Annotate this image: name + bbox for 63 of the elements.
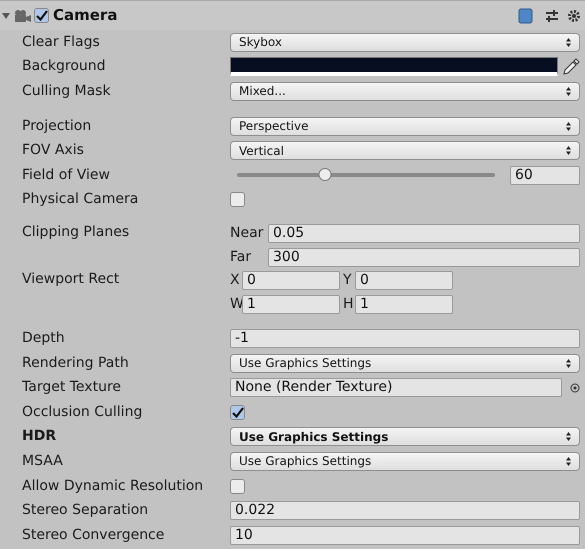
foldout-arrow-icon[interactable]: [2, 12, 10, 20]
dropdown[interactable]: Use Graphics Settings: [230, 427, 580, 446]
field-label: Physical Camera: [22, 190, 140, 210]
field-label: Near: [230, 224, 264, 244]
field-label: Field of View: [22, 166, 111, 185]
field-label: Stereo Separation: [22, 501, 150, 520]
field-label: MSAA: [22, 452, 64, 471]
field-label: Background: [22, 57, 107, 76]
component-title: Camera: [53, 5, 118, 26]
dropdown-arrows-icon: [566, 456, 571, 466]
eyedropper-icon[interactable]: [562, 58, 580, 76]
field-label: Clipping Planes: [22, 223, 130, 242]
checkmark-icon: [36, 10, 48, 21]
field-label: Depth: [22, 328, 66, 348]
field-label: Culling Mask: [22, 82, 112, 101]
settings-icon[interactable]: [567, 8, 581, 22]
field-label: Projection: [22, 116, 92, 136]
checkmark-icon: [232, 406, 244, 418]
dropdown-arrows-icon: [566, 38, 571, 47]
number-field[interactable]: 1: [242, 294, 340, 314]
target-icon[interactable]: [570, 382, 580, 393]
dropdown[interactable]: Perspective: [230, 116, 580, 136]
field-label: H: [343, 294, 355, 314]
color-swatch[interactable]: [230, 57, 558, 76]
field-label: HDR: [22, 427, 58, 446]
field-label: X: [230, 271, 241, 290]
dropdown[interactable]: Use Graphics Settings: [230, 452, 580, 471]
dropdown-arrows-icon: [566, 146, 571, 156]
object-field[interactable]: None (Render Texture): [230, 378, 562, 398]
dropdown-arrows-icon: [566, 122, 571, 131]
field-label: Viewport Rect: [22, 270, 120, 290]
number-field[interactable]: 0.022: [230, 501, 580, 520]
dropdown-arrows-icon: [566, 432, 571, 442]
number-field[interactable]: 1: [355, 294, 453, 314]
checkbox[interactable]: [230, 478, 245, 494]
slider-thumb[interactable]: [318, 168, 332, 182]
number-field[interactable]: 60: [510, 166, 580, 185]
dropdown-arrows-icon: [566, 358, 571, 368]
number-field[interactable]: 0.05: [268, 224, 580, 244]
camera-icon: [13, 8, 31, 22]
field-label: Target Texture: [22, 378, 122, 398]
number-field[interactable]: 0: [242, 271, 340, 290]
field-label: Stereo Convergence: [22, 526, 166, 545]
number-field[interactable]: 0: [355, 271, 453, 290]
dropdown[interactable]: Use Graphics Settings: [230, 354, 580, 373]
checkbox[interactable]: [34, 8, 49, 23]
field-label: Clear Flags: [22, 32, 101, 52]
number-field[interactable]: -1: [230, 328, 580, 348]
number-field[interactable]: 10: [230, 526, 580, 545]
checkbox[interactable]: [230, 192, 245, 208]
field-label: Occlusion Culling: [22, 402, 144, 422]
dropdown[interactable]: Mixed...: [230, 82, 580, 101]
field-label: Y: [343, 271, 353, 290]
dropdown[interactable]: Skybox: [230, 32, 580, 52]
field-label: Far: [230, 248, 252, 267]
field-label: FOV Axis: [22, 141, 85, 160]
checkbox[interactable]: [230, 404, 245, 420]
field-label: Rendering Path: [22, 354, 130, 373]
number-field[interactable]: 300: [268, 248, 580, 267]
dropdown-arrows-icon: [566, 86, 571, 96]
dropdown[interactable]: Vertical: [230, 141, 580, 160]
field-label: Allow Dynamic Resolution: [22, 476, 204, 496]
preset-sliders-icon[interactable]: [545, 8, 559, 22]
